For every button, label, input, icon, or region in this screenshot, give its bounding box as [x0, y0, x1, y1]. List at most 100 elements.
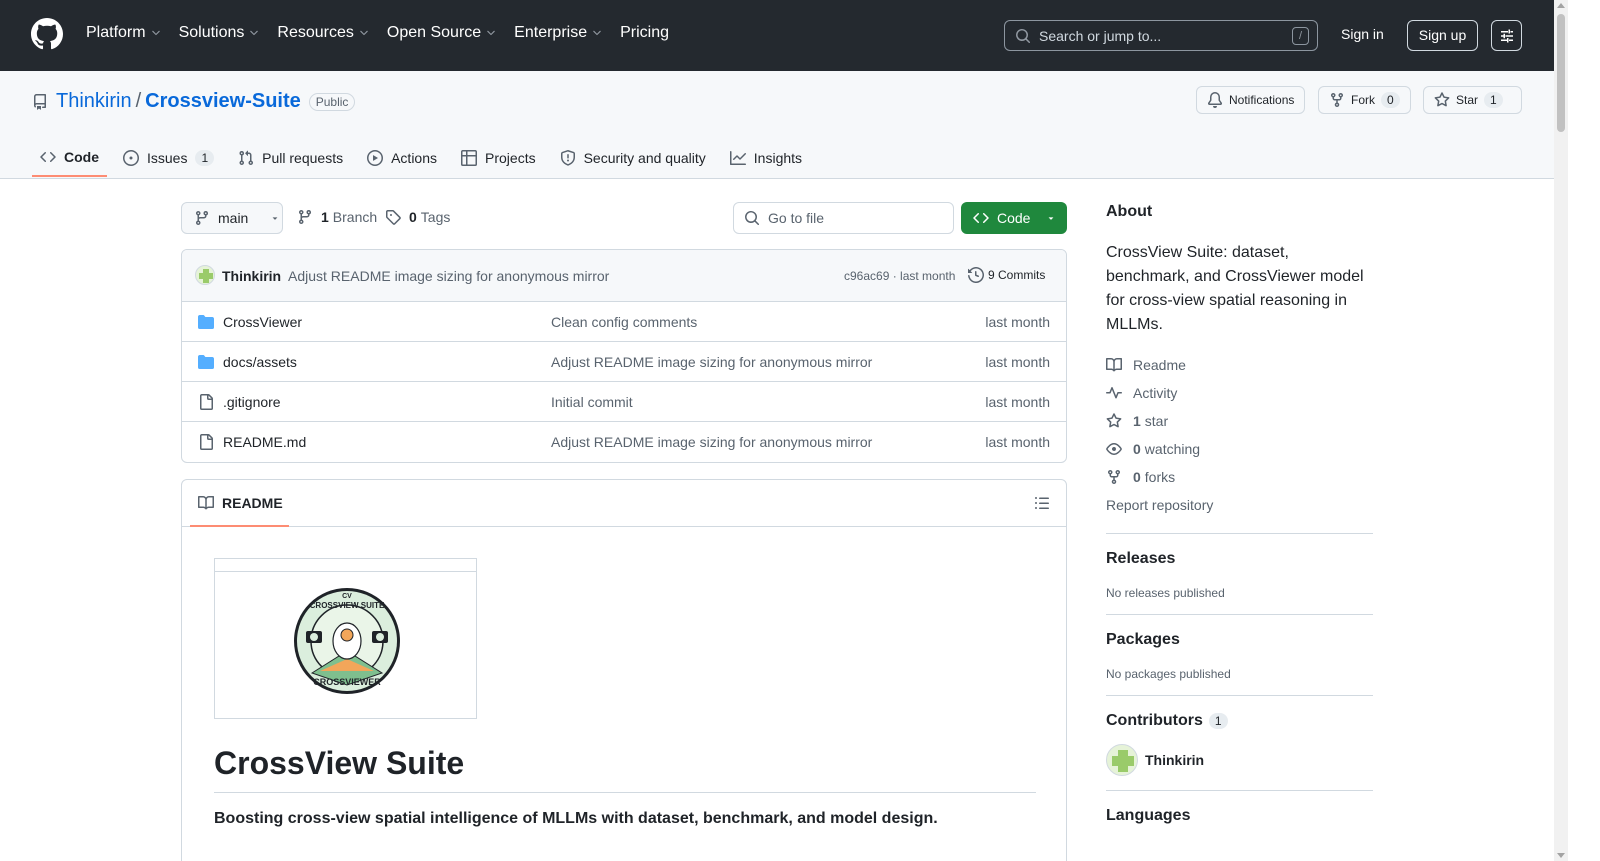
scroll-up-arrow[interactable] [1557, 3, 1565, 8]
repo-owner-link[interactable]: Thinkirin [56, 90, 132, 113]
tab-security[interactable]: Security and quality [552, 139, 714, 177]
sign-up-button[interactable]: Sign up [1407, 20, 1478, 51]
file-name-link[interactable]: README.md [223, 434, 306, 450]
report-repository-link[interactable]: Report repository [1106, 491, 1373, 519]
contributors-heading[interactable]: Contributors 1 [1106, 712, 1373, 730]
star-icon [1434, 92, 1450, 107]
tab-insights[interactable]: Insights [722, 139, 810, 177]
fork-count: 0 [1381, 92, 1400, 108]
tab-code[interactable]: Code [32, 139, 107, 177]
activity-link[interactable]: Activity [1106, 379, 1373, 407]
repo-tabs: Code Issues 1 Pull requests Actions Proj… [32, 139, 818, 179]
file-icon [200, 434, 213, 450]
contributors-count: 1 [1208, 713, 1228, 729]
nav-open-source[interactable]: Open Source [387, 24, 497, 42]
tab-actions[interactable]: Actions [359, 139, 445, 177]
latest-commit-row: Thinkirin Adjust README image sizing for… [182, 250, 1066, 302]
sign-in-link[interactable]: Sign in [1341, 26, 1384, 42]
nav-solutions[interactable]: Solutions [179, 24, 261, 42]
global-header: Platform Solutions Resources Open Source… [0, 0, 1554, 71]
repo-title: Thinkirin / Crossview-Suite Public [32, 90, 356, 113]
table-row[interactable]: README.md Adjust README image sizing for… [182, 422, 1066, 462]
table-row[interactable]: .gitignore Initial commit last month [182, 382, 1066, 422]
sliders-icon [1500, 29, 1513, 42]
file-commit-message[interactable]: Initial commit [551, 394, 633, 410]
menu-button[interactable] [1491, 20, 1522, 51]
tab-projects[interactable]: Projects [453, 139, 544, 177]
file-commit-time: last month [985, 434, 1050, 450]
file-browser: Thinkirin Adjust README image sizing for… [181, 249, 1067, 463]
file-commit-time: last month [985, 394, 1050, 410]
pulse-icon [1106, 387, 1122, 399]
commit-message-link[interactable]: Adjust README image sizing for anonymous… [288, 268, 609, 284]
notifications-button[interactable]: Notifications [1196, 86, 1306, 114]
forks-link[interactable]: 0 forks [1106, 463, 1373, 491]
fork-icon [1331, 93, 1343, 108]
commit-sha-time[interactable]: c96ac69 · last month [844, 269, 955, 283]
folder-icon [198, 315, 214, 329]
scrollbar-thumb[interactable] [1557, 14, 1565, 132]
book-icon [1106, 357, 1122, 372]
commits-history-link[interactable]: 9 Commits [968, 267, 1045, 283]
readme-tab[interactable]: README [190, 480, 289, 527]
file-commit-message[interactable]: Adjust README image sizing for anonymous… [551, 354, 872, 370]
about-heading: About [1106, 203, 1153, 220]
github-logo-icon[interactable] [31, 18, 63, 50]
star-button[interactable]: Star 1 [1423, 86, 1522, 114]
nav-platform[interactable]: Platform [86, 24, 162, 42]
tab-pull-requests[interactable]: Pull requests [230, 139, 351, 177]
avatar [1106, 744, 1138, 776]
readme-subtitle: Boosting cross-view spatial intelligence… [214, 810, 938, 827]
readme-panel: README CV CROSSVIEW SUITE CROSSVIEWER Cr… [181, 479, 1067, 861]
code-dropdown-button[interactable]: Code [961, 202, 1067, 234]
readme-link[interactable]: Readme [1106, 351, 1373, 379]
file-name-link[interactable]: CrossViewer [223, 314, 302, 330]
languages-section: Languages [1106, 790, 1373, 825]
watching-link[interactable]: 0 watching [1106, 435, 1373, 463]
table-row[interactable]: docs/assets Adjust README image sizing f… [182, 342, 1066, 382]
folder-icon [198, 355, 214, 369]
table-row[interactable]: CrossViewer Clean config comments last m… [182, 302, 1066, 342]
nav-pricing[interactable]: Pricing [620, 24, 669, 42]
shield-icon [560, 150, 575, 166]
search-input[interactable]: Search or jump to... / [1004, 20, 1318, 51]
tags-link[interactable]: 0 Tags [385, 209, 450, 225]
file-name-link[interactable]: .gitignore [223, 394, 281, 410]
page-scrollbar[interactable] [1554, 0, 1568, 861]
caret-down-icon [273, 217, 278, 220]
nav-resources[interactable]: Resources [277, 24, 369, 42]
bell-icon [1207, 92, 1222, 108]
list-icon[interactable] [1034, 495, 1050, 511]
branches-link[interactable]: 1 Branch [297, 209, 377, 225]
chevron-down-icon [360, 30, 368, 36]
chevron-down-icon [151, 30, 160, 36]
repo-name-link[interactable]: Crossview-Suite [145, 90, 301, 113]
nav-enterprise[interactable]: Enterprise [514, 24, 603, 42]
commit-author-link[interactable]: Thinkirin [222, 268, 281, 284]
fork-button[interactable]: Fork 0 [1318, 86, 1411, 114]
avatar[interactable] [195, 265, 215, 285]
file-commit-message[interactable]: Adjust README image sizing for anonymous… [551, 434, 872, 450]
stars-link[interactable]: 1 star [1106, 407, 1373, 435]
branch-selector[interactable]: main [181, 202, 283, 234]
visibility-badge: Public [308, 92, 356, 111]
file-commit-message[interactable]: Clean config comments [551, 314, 697, 330]
file-name-link[interactable]: docs/assets [223, 354, 297, 370]
releases-heading[interactable]: Releases [1106, 550, 1373, 568]
badge-ring-bottom: CROSSVIEWER [313, 677, 381, 687]
packages-heading[interactable]: Packages [1106, 631, 1373, 649]
go-to-file-input[interactable]: Go to file [733, 202, 954, 234]
tab-issues[interactable]: Issues 1 [115, 139, 222, 177]
file-icon [200, 394, 213, 410]
play-icon [367, 150, 384, 166]
file-commit-time: last month [985, 314, 1050, 330]
readme-logo-image: CV CROSSVIEW SUITE CROSSVIEWER [214, 558, 477, 719]
readme-title: CrossView Suite [214, 745, 1036, 793]
search-icon [1016, 28, 1031, 43]
scroll-down-arrow[interactable] [1557, 853, 1565, 858]
releases-empty-text: No releases published [1106, 586, 1225, 600]
fork-icon [1108, 470, 1120, 485]
search-icon [745, 211, 760, 226]
contributor-item[interactable]: Thinkirin [1106, 744, 1373, 776]
table-icon [461, 150, 478, 166]
